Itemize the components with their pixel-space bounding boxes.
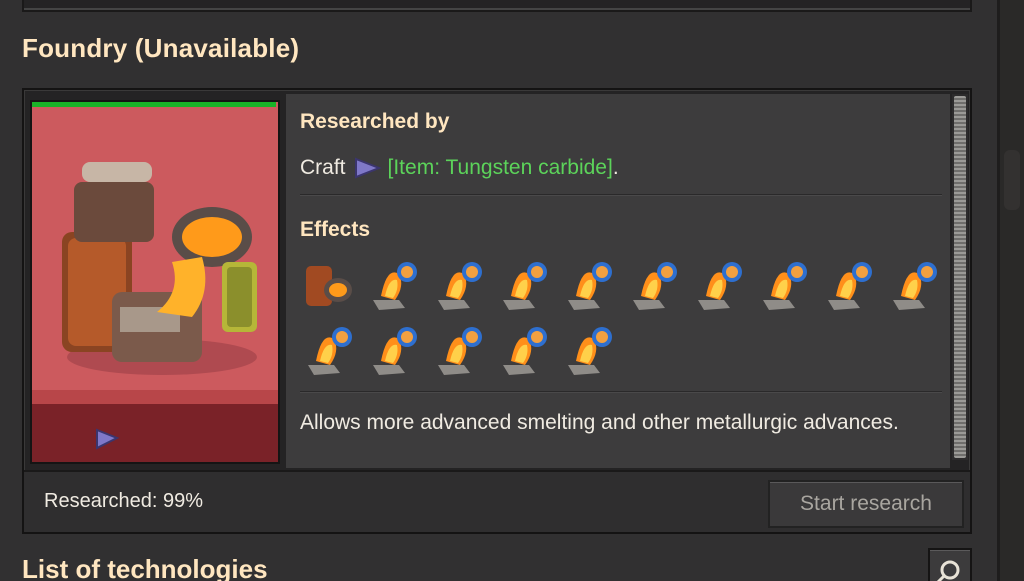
info-scrollbar[interactable] (952, 94, 968, 460)
flag-icon (96, 428, 120, 450)
search-button[interactable] (928, 548, 972, 581)
research-trigger: Craft [Item: Tungsten carbide] . (300, 156, 619, 180)
research-footer: Researched: 99% Start research (24, 470, 970, 532)
casting-iron-gear-wheel-icon[interactable] (300, 321, 358, 379)
casting-pipe-icon[interactable] (430, 321, 488, 379)
start-research-button[interactable]: Start research (768, 480, 964, 528)
research-progress-bar (32, 102, 276, 107)
tech-title: Foundry (Unavailable) (22, 33, 300, 63)
search-icon (936, 560, 960, 581)
background-edge (1000, 0, 1024, 581)
molten-copper-from-lava-icon[interactable] (690, 256, 748, 314)
tech-detail-box: Researched by Craft [Item: Tungsten carb… (22, 88, 972, 534)
list-of-technologies-heading: List of technologies (22, 554, 268, 581)
divider (300, 194, 942, 196)
research-progress-label: Researched: 99% (44, 490, 203, 512)
molten-iron-from-lava-icon[interactable] (625, 256, 683, 314)
casting-iron-stick-icon[interactable] (365, 321, 423, 379)
tungsten-carbide-link[interactable]: [Item: Tungsten carbide] (388, 156, 613, 180)
concrete-from-molten-iron-icon[interactable] (495, 256, 553, 314)
tech-card[interactable] (30, 100, 280, 464)
casting-copper-plate-icon[interactable] (885, 256, 943, 314)
effects-heading: Effects (300, 218, 371, 241)
scrollbar-thumb[interactable] (954, 96, 966, 458)
casting-copper-cable-icon[interactable] (560, 321, 618, 379)
researched-by-heading: Researched by (300, 110, 450, 133)
foundry-icon[interactable] (300, 256, 358, 314)
casting-steel-icon[interactable] (820, 256, 878, 314)
casting-iron-gear-icon[interactable] (560, 256, 618, 314)
tech-description: Allows more advanced smelting and other … (300, 411, 899, 434)
technology-window: Foundry (Unavailable) Researched by Craf… (0, 0, 1000, 581)
divider (300, 391, 942, 393)
previous-panel-edge (22, 0, 972, 12)
casting-low-density-structure-icon[interactable] (495, 321, 553, 379)
foundry-icon (62, 162, 257, 375)
molten-iron-recipe-icon[interactable] (365, 256, 423, 314)
molten-copper-recipe-icon[interactable] (430, 256, 488, 314)
craft-flag-icon (354, 157, 382, 179)
tech-info-panel: Researched by Craft [Item: Tungsten carb… (286, 94, 950, 468)
casting-iron-plate-icon[interactable] (755, 256, 813, 314)
